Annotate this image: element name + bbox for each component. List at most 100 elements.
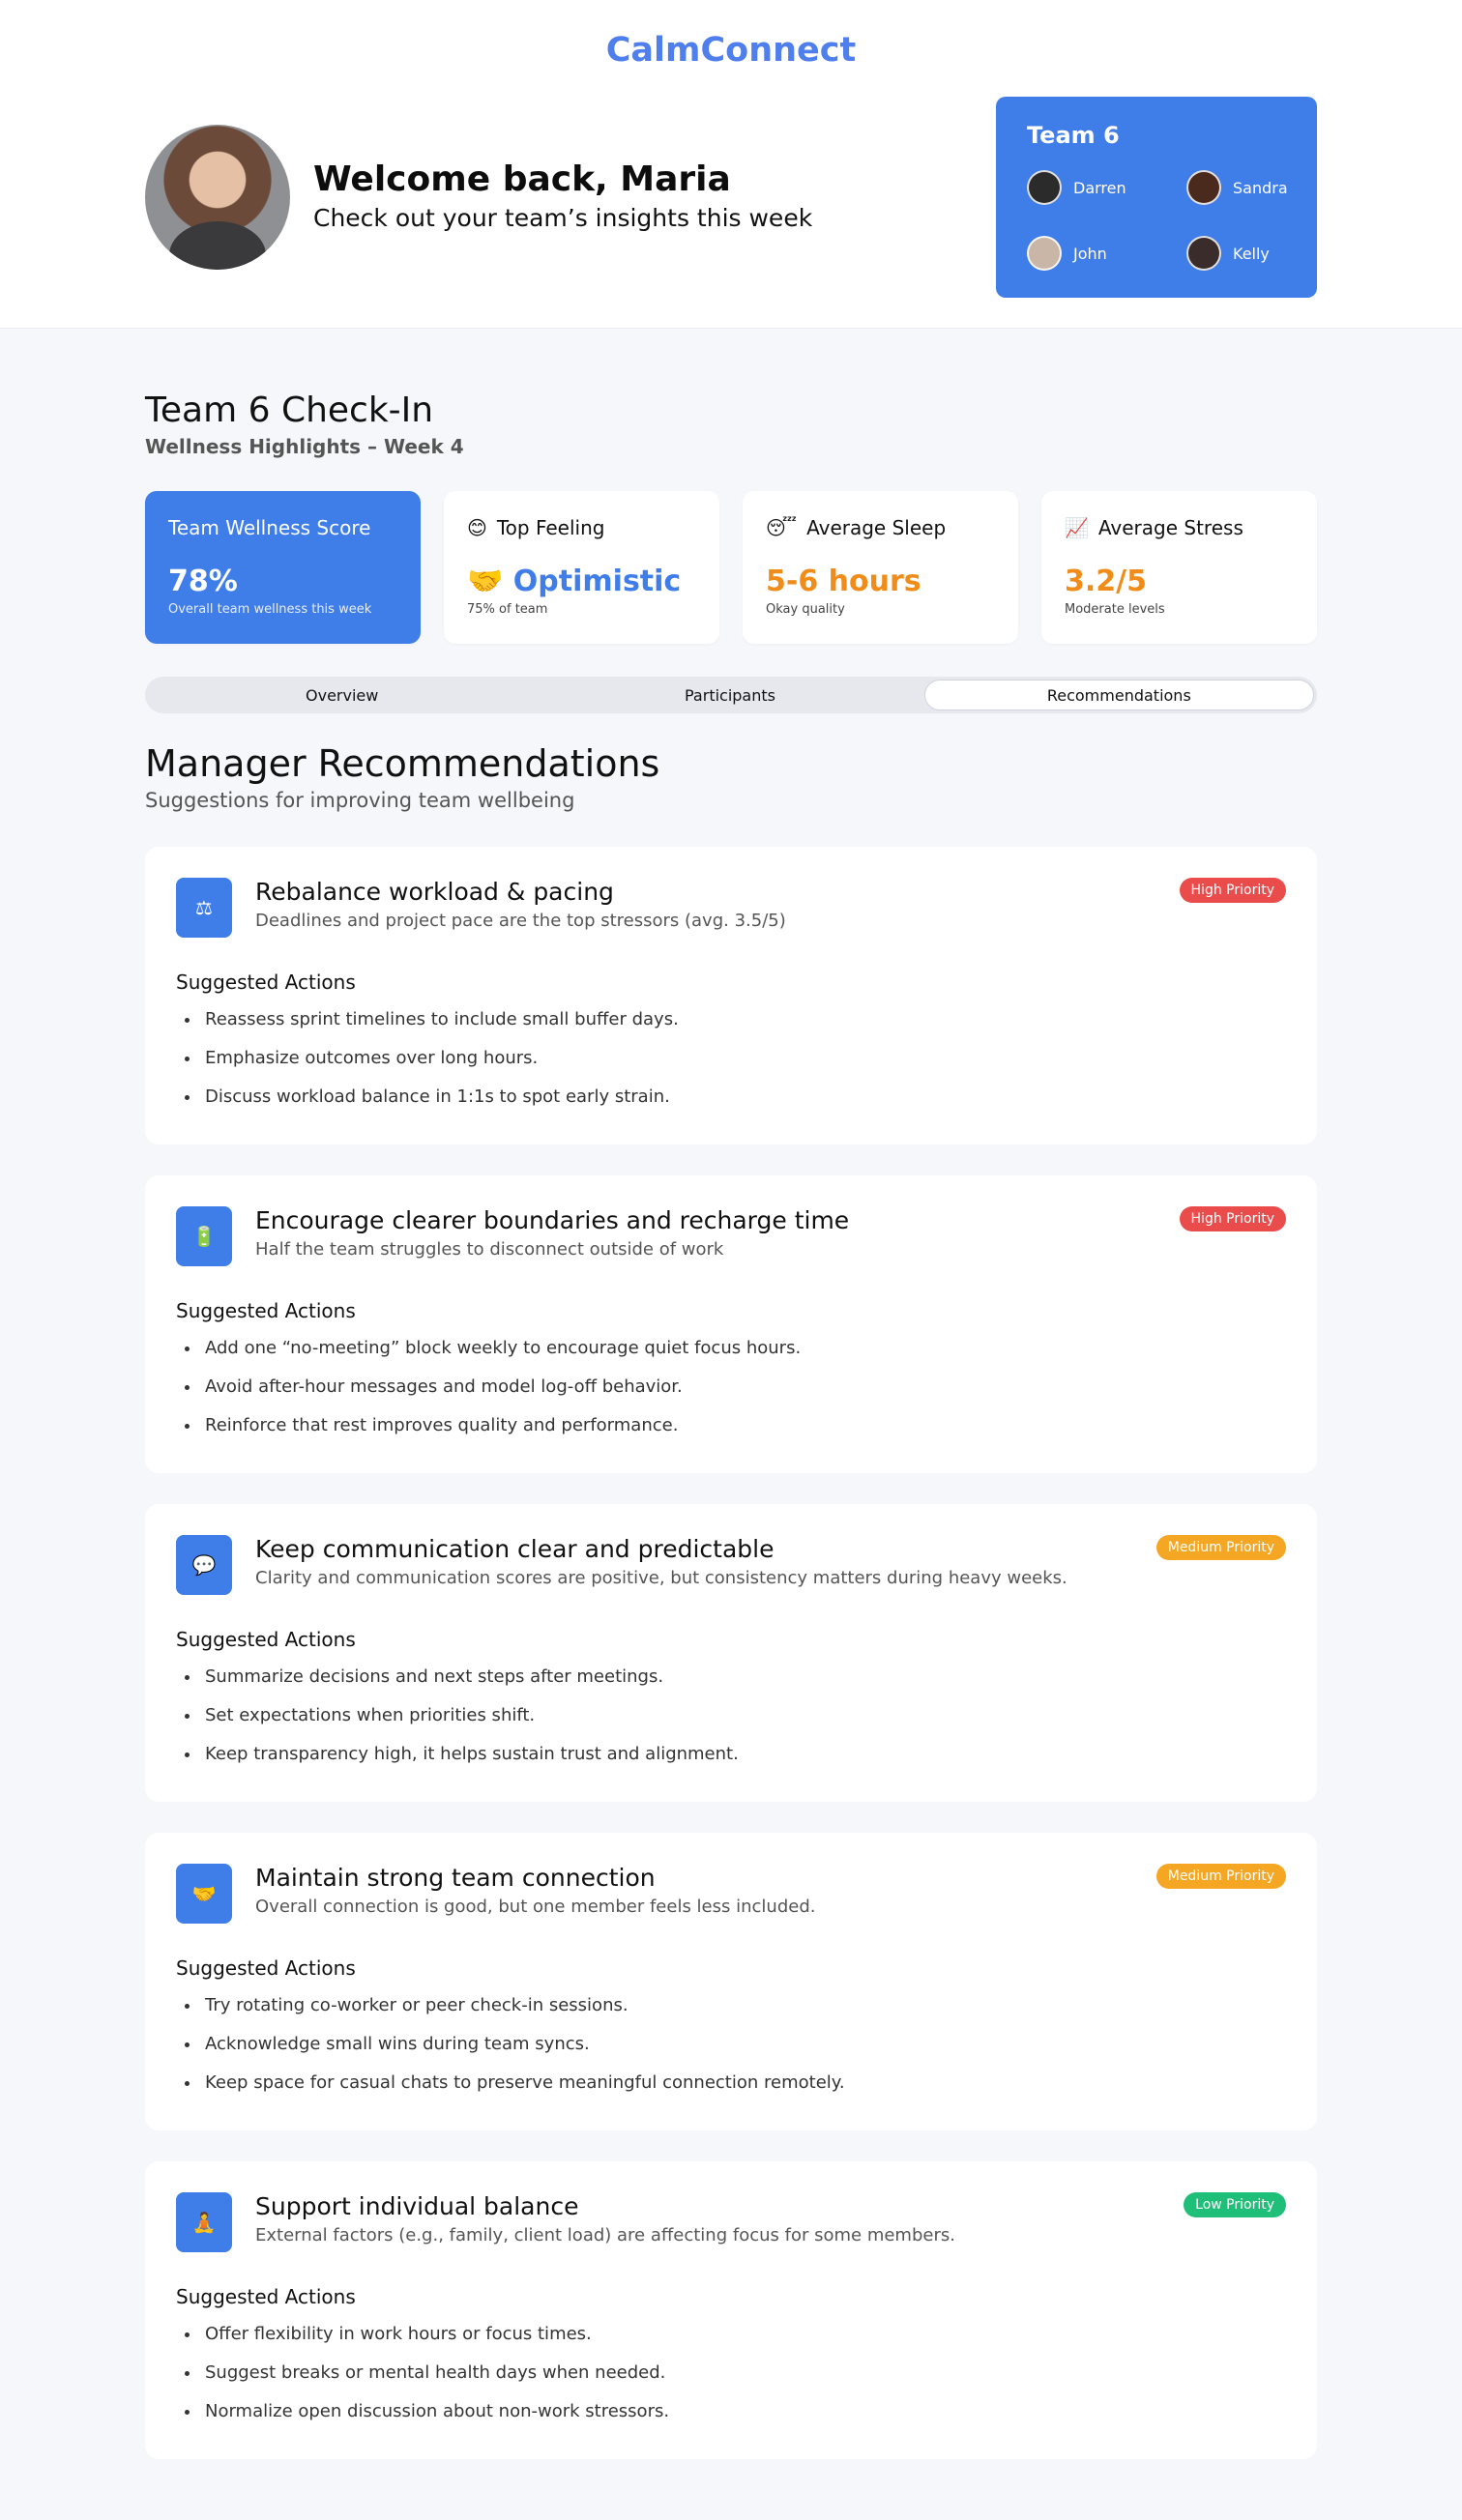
- stat-card-feeling: 😊 Top Feeling 🤝 Optimistic 75% of team: [444, 491, 719, 644]
- welcome-title: Welcome back, Maria: [313, 159, 731, 199]
- stat-value: 78%: [168, 565, 238, 598]
- member-name: Kelly: [1233, 244, 1270, 263]
- meditation-icon: 🧘: [176, 2192, 232, 2252]
- stat-note: Okay quality: [766, 602, 845, 617]
- stat-note: Moderate levels: [1065, 602, 1165, 617]
- stat-value: 5-6 hours: [766, 565, 921, 598]
- stat-label: Average Stress: [1097, 516, 1243, 539]
- actions-title: Suggested Actions: [176, 1299, 356, 1322]
- recommendation-title: Encourage clearer boundaries and recharg…: [255, 1206, 850, 1234]
- action-item: Add one “no-meeting” block weekly to enc…: [201, 1336, 801, 1375]
- stat-label-row: 📈 Average Stress: [1065, 516, 1294, 539]
- team-member[interactable]: John: [1027, 236, 1186, 271]
- recommendation-description: External factors (e.g., family, client l…: [255, 2225, 955, 2245]
- stat-label-row: 😊 Top Feeling: [467, 516, 696, 539]
- actions-title: Suggested Actions: [176, 1628, 356, 1651]
- action-item: Avoid after-hour messages and model log-…: [201, 1375, 801, 1413]
- stat-card-wellness: Team Wellness Score 78% Overall team wel…: [145, 491, 421, 644]
- actions-list: Offer flexibility in work hours or focus…: [201, 2322, 669, 2438]
- member-name: Sandra: [1233, 178, 1288, 197]
- recommendation-title: Support individual balance: [255, 2192, 579, 2220]
- priority-badge: Low Priority: [1184, 2192, 1286, 2217]
- recommendations-subtitle: Suggestions for improving team wellbeing: [145, 789, 575, 812]
- user-avatar[interactable]: [145, 125, 290, 270]
- tab-participants[interactable]: Participants: [536, 680, 923, 710]
- team-members: Darren Sandra John Kelly: [1027, 170, 1288, 271]
- action-item: Keep space for casual chats to preserve …: [201, 2071, 845, 2109]
- team-member[interactable]: Sandra: [1186, 170, 1312, 205]
- avatar-shoulders: [169, 221, 266, 270]
- recommendation-description: Clarity and communication scores are pos…: [255, 1568, 1067, 1588]
- recommendation-card: ⚖ Rebalance workload & pacing Deadlines …: [145, 847, 1317, 1144]
- recommendation-list: ⚖ Rebalance workload & pacing Deadlines …: [145, 847, 1317, 2490]
- priority-badge: Medium Priority: [1155, 1535, 1286, 1560]
- recommendation-card: 💬 Keep communication clear and predictab…: [145, 1504, 1317, 1802]
- actions-title: Suggested Actions: [176, 970, 356, 994]
- action-item: Offer flexibility in work hours or focus…: [201, 2322, 669, 2361]
- checkin-subtitle: Wellness Highlights – Week 4: [145, 435, 464, 458]
- action-item: Reassess sprint timelines to include sma…: [201, 1007, 679, 1046]
- recommendation-card: 🔋 Encourage clearer boundaries and recha…: [145, 1175, 1317, 1473]
- priority-badge: Medium Priority: [1155, 1864, 1286, 1889]
- team-card[interactable]: Team 6 Darren Sandra John Kelly: [996, 97, 1317, 298]
- action-item: Discuss workload balance in 1:1s to spot…: [201, 1085, 679, 1123]
- team-member[interactable]: Kelly: [1186, 236, 1312, 271]
- recommendation-description: Half the team struggles to disconnect ou…: [255, 1239, 724, 1260]
- member-avatar: [1186, 170, 1221, 205]
- member-name: Darren: [1073, 178, 1126, 197]
- stats-row: Team Wellness Score 78% Overall team wel…: [145, 491, 1317, 644]
- action-item: Try rotating co-worker or peer check-in …: [201, 1993, 845, 2032]
- recommendation-title: Rebalance workload & pacing: [255, 878, 614, 906]
- priority-badge: High Priority: [1179, 878, 1286, 903]
- priority-badge: High Priority: [1179, 1206, 1286, 1231]
- balance-icon: ⚖: [176, 878, 232, 938]
- battery-icon: 🔋: [176, 1206, 232, 1266]
- action-item: Normalize open discussion about non-work…: [201, 2399, 669, 2438]
- smile-icon: 😊: [467, 516, 487, 539]
- member-avatar: [1027, 170, 1062, 205]
- member-avatar: [1186, 236, 1221, 271]
- action-item: Reinforce that rest improves quality and…: [201, 1413, 801, 1452]
- stat-label: Top Feeling: [496, 516, 605, 539]
- team-card-title: Team 6: [1027, 122, 1120, 149]
- action-item: Suggest breaks or mental health days whe…: [201, 2361, 669, 2399]
- recommendation-title: Keep communication clear and predictable: [255, 1535, 775, 1563]
- actions-list: Add one “no-meeting” block weekly to enc…: [201, 1336, 801, 1452]
- tab-recommendations[interactable]: Recommendations: [923, 680, 1314, 710]
- stat-note: Overall team wellness this week: [168, 602, 372, 617]
- actions-title: Suggested Actions: [176, 1956, 356, 1980]
- sleep-icon: 😴: [766, 516, 798, 539]
- actions-list: Summarize decisions and next steps after…: [201, 1665, 739, 1781]
- page-header: CalmConnect Welcome back, Maria Check ou…: [0, 0, 1462, 329]
- action-item: Set expectations when priorities shift.: [201, 1703, 739, 1742]
- actions-list: Reassess sprint timelines to include sma…: [201, 1007, 679, 1123]
- action-item: Summarize decisions and next steps after…: [201, 1665, 739, 1703]
- stat-label: Team Wellness Score: [168, 516, 371, 539]
- stat-card-sleep: 😴 Average Sleep 5-6 hours Okay quality: [743, 491, 1018, 644]
- handshake-icon: 🤝: [176, 1864, 232, 1924]
- stat-value: 🤝 Optimistic: [467, 565, 682, 598]
- stat-value: 3.2/5: [1065, 565, 1147, 598]
- recommendations-title: Manager Recommendations: [145, 742, 660, 785]
- stat-card-stress: 📈 Average Stress 3.2/5 Moderate levels: [1041, 491, 1317, 644]
- action-item: Keep transparency high, it helps sustain…: [201, 1742, 739, 1781]
- recommendation-card: 🧘 Support individual balance External fa…: [145, 2161, 1317, 2459]
- speech-bubble-icon: 💬: [176, 1535, 232, 1595]
- recommendation-card: 🤝 Maintain strong team connection Overal…: [145, 1833, 1317, 2130]
- welcome-subtitle: Check out your team’s insights this week: [313, 204, 813, 232]
- recommendation-description: Overall connection is good, but one memb…: [255, 1897, 816, 1917]
- checkin-title: Team 6 Check-In: [145, 391, 434, 430]
- stat-label-row: 😴 Average Sleep: [766, 516, 995, 539]
- tab-overview[interactable]: Overview: [148, 680, 536, 710]
- recommendation-description: Deadlines and project pace are the top s…: [255, 911, 786, 931]
- member-name: John: [1073, 244, 1107, 263]
- stat-note: 75% of team: [467, 602, 548, 617]
- stat-label: Average Sleep: [806, 516, 947, 539]
- actions-title: Suggested Actions: [176, 2285, 356, 2308]
- chart-up-icon: 📈: [1065, 516, 1089, 539]
- actions-list: Try rotating co-worker or peer check-in …: [201, 1993, 845, 2109]
- brand-logo[interactable]: CalmConnect: [0, 31, 1462, 70]
- member-avatar: [1027, 236, 1062, 271]
- recommendation-title: Maintain strong team connection: [255, 1864, 656, 1892]
- team-member[interactable]: Darren: [1027, 170, 1186, 205]
